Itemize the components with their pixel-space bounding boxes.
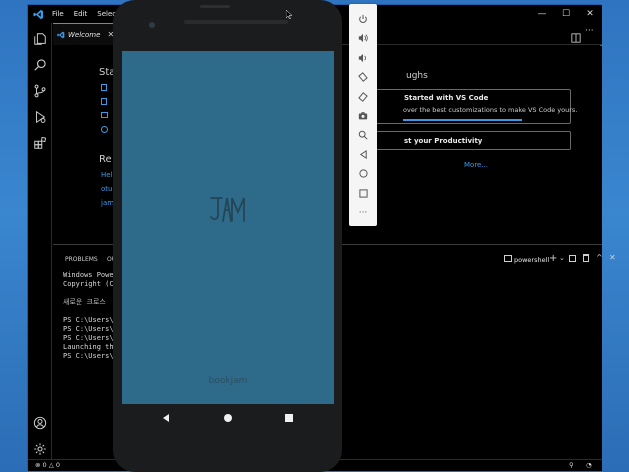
home-icon[interactable]	[349, 164, 377, 183]
card-title: Started with VS Code	[404, 94, 489, 102]
terminal-line: PS C:\Users\C	[63, 352, 118, 360]
nav-recents-icon[interactable]	[279, 408, 299, 428]
open-folder-icon[interactable]	[101, 112, 108, 118]
split-terminal-icon[interactable]	[569, 255, 576, 262]
terminal-line: Copyright (C)	[63, 280, 118, 288]
zoom-icon[interactable]	[349, 125, 377, 144]
desktop: File Edit Selectio — ☐ ✕ Welcome ✕ ··· S…	[0, 0, 629, 472]
terminal-line: PS C:\Users\C	[63, 316, 118, 324]
open-file-icon[interactable]	[101, 98, 107, 105]
activity-bar	[28, 23, 52, 459]
split-editor-icon[interactable]	[571, 28, 583, 43]
search-icon[interactable]	[28, 53, 52, 77]
volume-down-icon[interactable]	[349, 48, 377, 67]
front-camera-icon	[149, 22, 155, 28]
maximize-button[interactable]: ☐	[554, 5, 578, 23]
back-icon[interactable]	[349, 145, 377, 164]
terminal-line: PS C:\Users\C	[63, 334, 118, 342]
terminal-line: 새로운 크로스	[63, 298, 106, 306]
run-debug-icon[interactable]	[28, 105, 52, 129]
power-icon[interactable]	[349, 9, 377, 28]
manage-gear-icon[interactable]	[28, 437, 52, 461]
recent-heading: Re	[99, 154, 112, 165]
terminal-icon	[504, 255, 512, 262]
camera-screenshot-icon[interactable]	[349, 106, 377, 125]
chevron-down-icon[interactable]: ⌄	[559, 254, 565, 262]
overview-icon[interactable]	[349, 184, 377, 203]
card-description: over the best customizations to make VS …	[403, 106, 578, 114]
android-emulator-phone: bookjam	[113, 0, 342, 472]
warning-count: 0	[55, 461, 60, 469]
phone-top-speaker	[200, 5, 230, 8]
more-options-icon[interactable]: ···	[349, 203, 377, 222]
close-panel-icon[interactable]: ✕	[609, 253, 616, 262]
notifications-bell-icon[interactable]: ◔	[586, 461, 592, 469]
recent-item[interactable]: Hel	[101, 171, 113, 179]
menu-edit[interactable]: Edit	[74, 10, 88, 18]
rotate-left-icon[interactable]	[349, 67, 377, 86]
explorer-icon[interactable]	[28, 27, 52, 51]
rotate-right-icon[interactable]	[349, 87, 377, 106]
app-name: bookjam	[208, 376, 248, 386]
mouse-cursor-icon	[286, 10, 292, 19]
card-progress-bar	[403, 119, 522, 121]
feedback-icon[interactable]: ⚲	[569, 461, 574, 469]
close-window-button[interactable]: ✕	[578, 5, 602, 23]
error-count: 0	[42, 461, 47, 469]
recent-item[interactable]: otu	[101, 185, 112, 193]
errors-status[interactable]: ⊗ 0 △ 0	[35, 461, 60, 469]
kill-terminal-trash-icon[interactable]	[583, 254, 589, 262]
new-file-icon[interactable]	[101, 84, 107, 91]
warning-icon: △	[48, 461, 54, 469]
card-title: st your Productivity	[404, 137, 483, 145]
nav-back-icon[interactable]	[156, 408, 176, 428]
clone-repo-icon[interactable]	[101, 126, 108, 133]
emulator-controls: ···	[349, 4, 377, 226]
walkthrough-card-get-started[interactable]: Started with VS Code over the best custo…	[373, 89, 577, 124]
terminal-name[interactable]: powershell	[514, 256, 549, 264]
terminal-line: PS C:\Users\C	[63, 325, 118, 333]
more-actions-icon[interactable]: ···	[585, 26, 599, 40]
nav-home-icon[interactable]	[218, 408, 238, 428]
app-screen[interactable]: bookjam	[122, 51, 334, 404]
maximize-panel-icon[interactable]: ^	[596, 253, 603, 262]
extensions-icon[interactable]	[28, 131, 52, 155]
account-icon[interactable]	[28, 411, 52, 435]
source-control-icon[interactable]	[28, 79, 52, 103]
menu-file[interactable]: File	[52, 10, 64, 18]
tab-welcome[interactable]: Welcome ✕	[53, 23, 119, 45]
walkthroughs-heading: ughs	[406, 71, 428, 81]
app-logo-icon	[209, 194, 247, 224]
more-link[interactable]: More...	[464, 161, 488, 169]
error-icon: ⊗	[35, 461, 41, 469]
vscode-logo-icon	[28, 5, 48, 23]
tab-problems[interactable]: PROBLEMS	[65, 256, 98, 263]
vscode-tab-icon	[57, 31, 65, 38]
earpiece	[184, 20, 288, 24]
terminal-line: Launching the	[63, 343, 118, 351]
new-terminal-icon[interactable]: +	[549, 253, 557, 264]
minimize-button[interactable]: —	[530, 5, 554, 23]
volume-up-icon[interactable]	[349, 28, 377, 47]
walkthrough-card-productivity[interactable]: st your Productivity	[373, 131, 571, 150]
tab-label: Welcome	[68, 30, 101, 39]
terminal-line: Windows Power	[63, 271, 118, 279]
